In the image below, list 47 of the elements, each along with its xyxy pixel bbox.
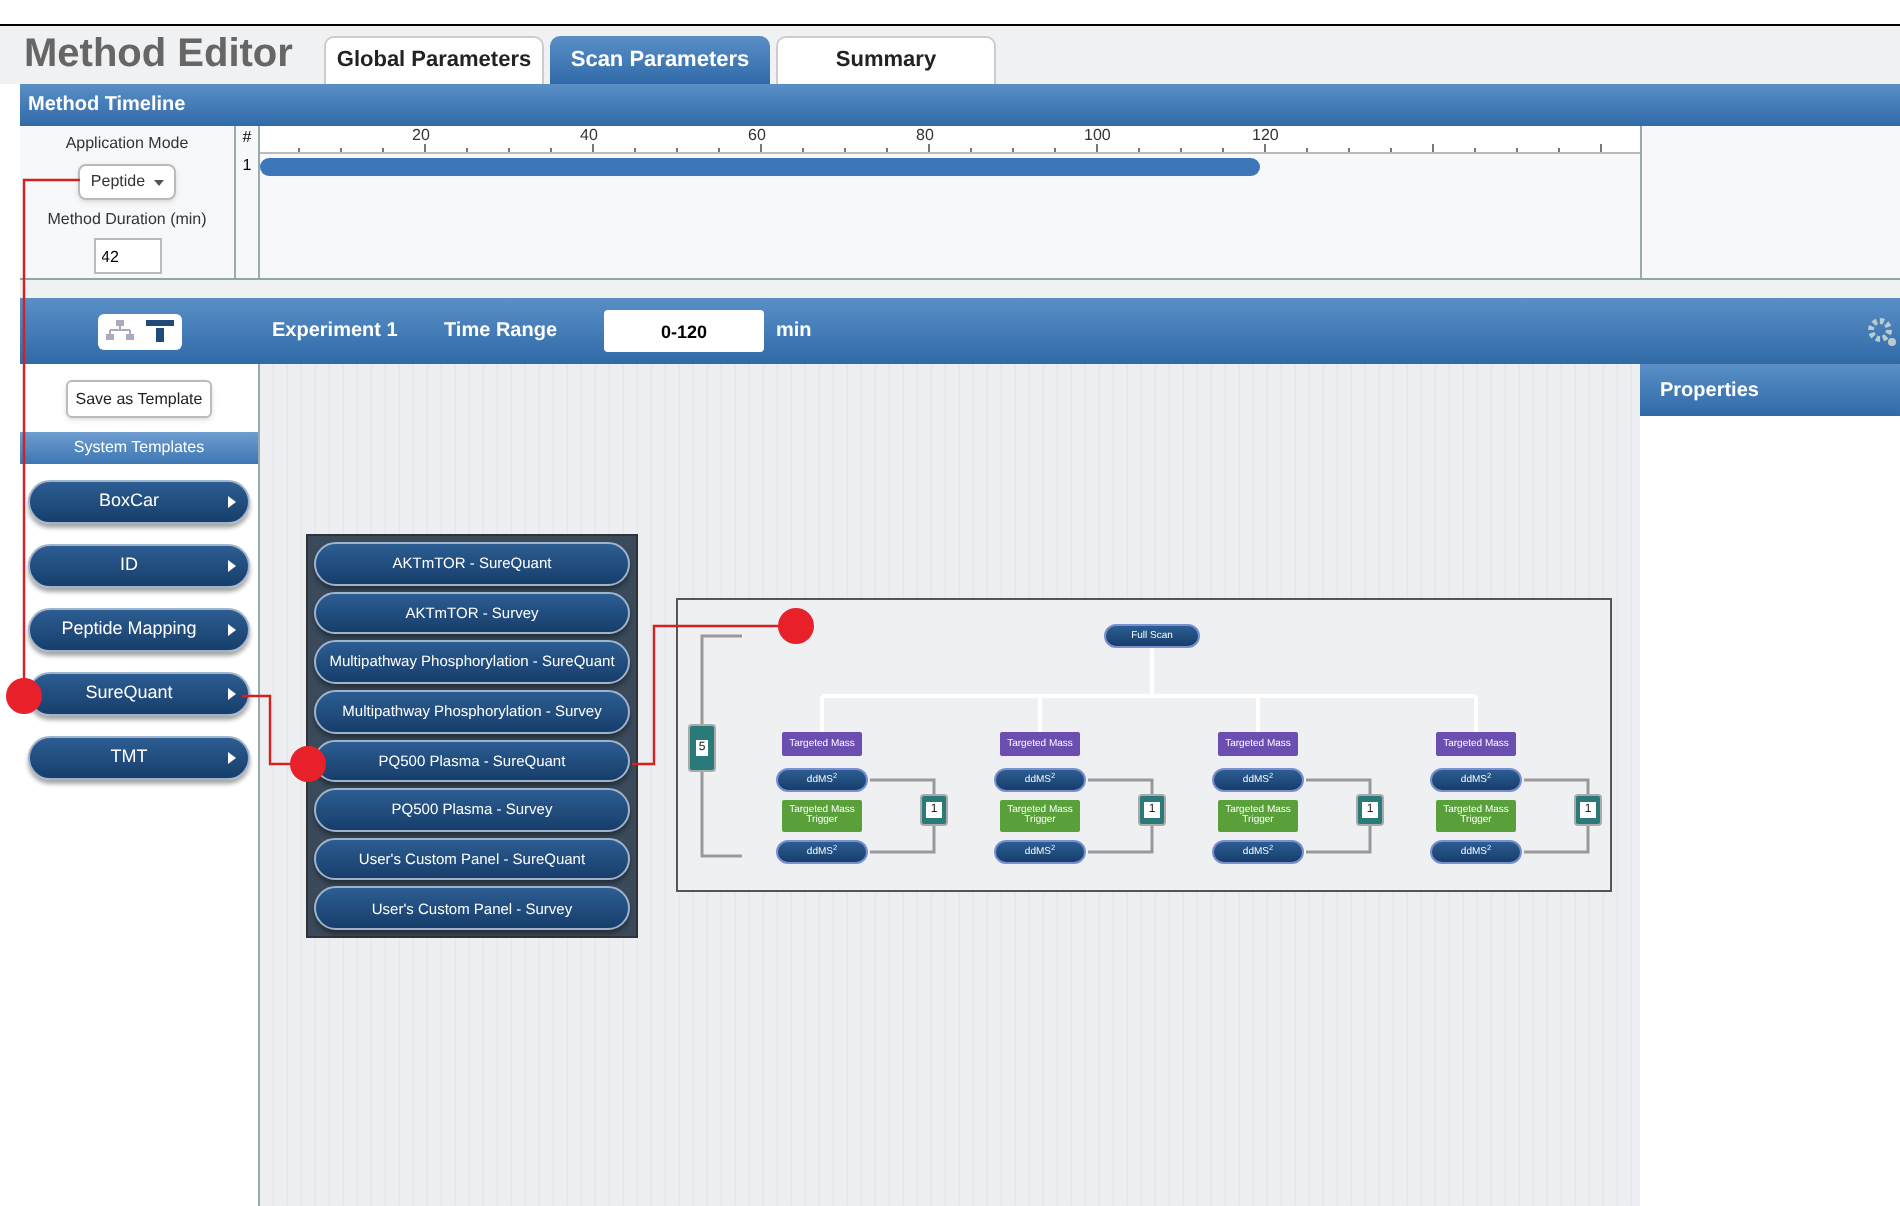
template-category[interactable]: ID	[28, 544, 250, 588]
caret-icon	[228, 752, 236, 764]
caret-icon	[228, 560, 236, 572]
ruler-label: 100	[1084, 126, 1111, 144]
loop-bracket	[868, 778, 936, 854]
tab[interactable]: Summary	[776, 36, 996, 84]
panel-header: Properties	[1640, 364, 1900, 416]
template-category[interactable]: Peptide Mapping	[28, 608, 250, 652]
mode-dropdown[interactable]: Peptide	[78, 164, 176, 200]
field-label: Time Range	[444, 318, 559, 346]
template-category[interactable]: TMT	[28, 736, 250, 780]
experiment-label: Experiment 1	[272, 318, 400, 346]
caret-icon	[228, 688, 236, 700]
save-template-button[interactable]: Save as Template	[65, 380, 213, 418]
table-icon	[146, 320, 174, 342]
hierarchy-icon	[106, 320, 134, 342]
time-range-field[interactable]: 0-120	[604, 310, 764, 352]
duration-field[interactable]: 42	[93, 238, 161, 274]
loop-bracket	[1304, 778, 1372, 854]
settings-icon[interactable]	[1868, 317, 1896, 345]
field-label: Method Duration (min)	[47, 208, 207, 232]
section-header: System Templates	[20, 432, 258, 464]
column-header: #	[242, 126, 252, 150]
row-number: 1	[242, 154, 252, 178]
ruler-label: 80	[916, 126, 934, 144]
loop-bracket	[1522, 778, 1590, 854]
tab[interactable]: Global Parameters	[324, 36, 544, 84]
caret-icon	[228, 624, 236, 636]
ruler-label: 20	[412, 126, 430, 144]
callout-dot	[6, 678, 42, 714]
caret-icon	[228, 496, 236, 508]
loop-bracket	[1086, 778, 1154, 854]
section-header: Method Timeline	[20, 84, 1900, 126]
field-label: Application Mode	[65, 132, 189, 156]
ruler-label: 60	[748, 126, 766, 144]
callout-dot	[290, 746, 326, 782]
template-category[interactable]: SureQuant	[28, 672, 250, 716]
ruler-label: 40	[580, 126, 598, 144]
callout-line	[242, 694, 292, 766]
tab[interactable]: Scan Parameters	[550, 36, 770, 84]
callout-dot	[778, 608, 814, 644]
table-view-button[interactable]	[142, 317, 178, 345]
template-category[interactable]: BoxCar	[28, 480, 250, 524]
ruler-label: 120	[1252, 126, 1279, 144]
app-title: Method Editor	[24, 34, 295, 80]
caret-icon	[153, 179, 164, 185]
unit-label: min	[776, 318, 812, 346]
